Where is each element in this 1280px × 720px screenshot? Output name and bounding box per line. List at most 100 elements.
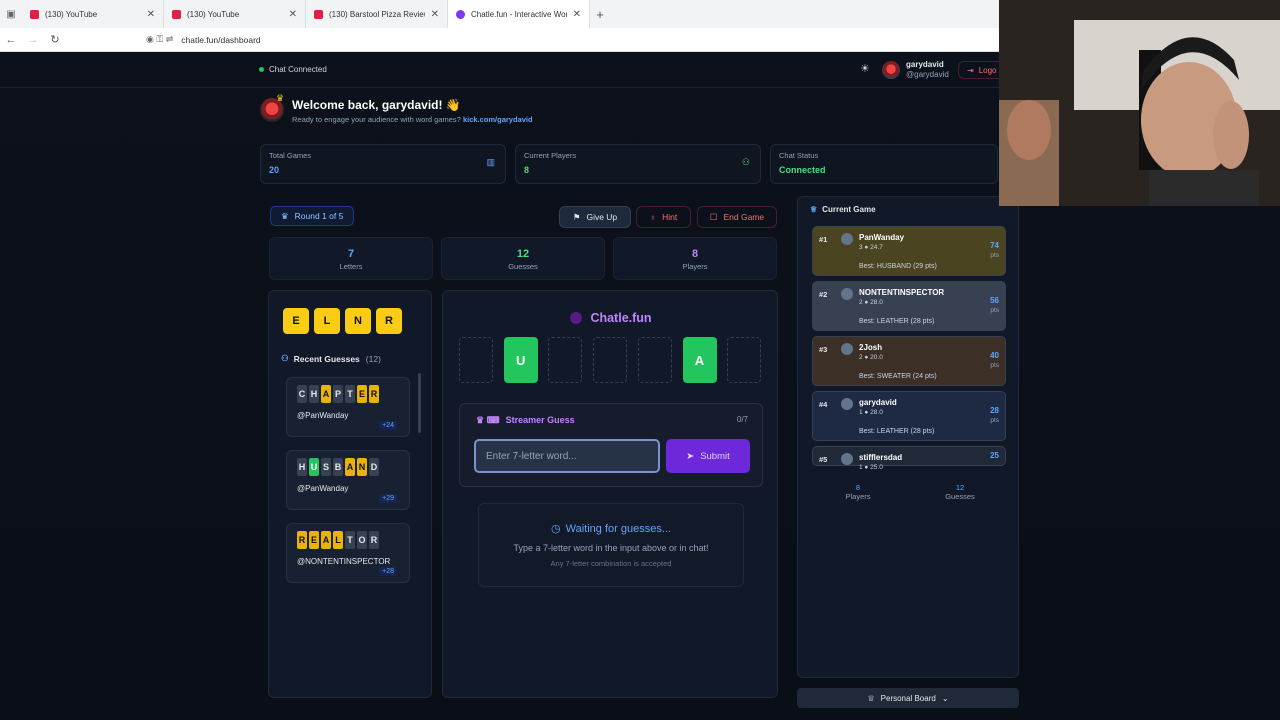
word-slot: [548, 337, 583, 383]
browser-tab[interactable]: (130) YouTube ✕: [164, 0, 306, 28]
lightbulb-icon: ♁: [649, 212, 657, 222]
guess-card: C H A P T E R @PanWanday +24: [286, 377, 410, 437]
chat-connected-label: Chat Connected: [269, 65, 327, 74]
reload-icon[interactable]: ↻: [44, 33, 66, 46]
leader-points: 40 pts: [990, 351, 999, 371]
close-icon[interactable]: ✕: [147, 9, 155, 20]
leader-name: 2Josh: [859, 343, 883, 352]
summary-letters: 7 Letters: [269, 237, 433, 280]
recent-guesses-title: Recent Guesses: [293, 353, 360, 364]
summary-label: Letters: [339, 262, 363, 271]
guess-tile: B: [333, 458, 343, 476]
theme-toggle-icon[interactable]: ☀: [860, 62, 870, 75]
leader-meta: 1 ● 25.0: [859, 464, 883, 471]
hint-button[interactable]: ♁ Hint: [636, 206, 691, 228]
leader-points-value: 40: [990, 351, 999, 360]
close-icon[interactable]: ✕: [573, 9, 581, 20]
footer-value: 12: [955, 483, 965, 492]
guess-tile: T: [345, 531, 355, 549]
chevron-down-icon: ⌄: [941, 693, 949, 703]
scrollbar[interactable]: [418, 373, 421, 433]
leader-points: 28 pts: [990, 406, 999, 426]
leaderboard-row[interactable]: #1 PanWanday 3 ● 24.7 Best: HUSBAND (29 pts…: [812, 226, 1006, 276]
send-icon: ➤: [686, 450, 695, 462]
guess-tile: H: [297, 458, 307, 476]
stat-value: Connected: [779, 165, 826, 175]
submit-button[interactable]: ➤ Submit: [666, 439, 750, 473]
leader-meta: 3 ● 24.7: [859, 244, 883, 251]
summary-label: Players: [682, 262, 708, 271]
guess-tile: R: [297, 531, 307, 549]
webcam-overlay: [999, 0, 1280, 206]
leader-rank: #1: [819, 235, 828, 244]
leader-points-unit: pts: [990, 252, 999, 259]
leaderboard-row[interactable]: #2 NONTENTINSPECTOR 2 ● 28.0 Best: LEATHER …: [812, 281, 1006, 331]
leader-name: garydavid: [859, 398, 897, 407]
browser-tab[interactable]: (130) Barstool Pizza Review - Ca ✕: [306, 0, 448, 28]
welcome-subtitle-text: Ready to engage your audience with word …: [292, 115, 461, 124]
streamer-guess-label: Streamer Guess: [505, 415, 575, 425]
youtube-icon: [314, 9, 323, 19]
trophy-icon: ♕: [810, 205, 818, 214]
guess-tile: H: [309, 385, 319, 403]
leader-points: 56 pts: [990, 296, 999, 316]
browser-tab-active[interactable]: Chatle.fun - Interactive Wordle ✕: [448, 0, 590, 28]
trophy-icon: ♕: [867, 693, 875, 703]
stop-icon: ☐: [709, 211, 718, 222]
submit-label: Submit: [700, 450, 730, 462]
browser-tab[interactable]: (130) YouTube ✕: [22, 0, 164, 28]
give-up-label: Give Up: [586, 212, 618, 222]
welcome-subtitle: Ready to engage your audience with word …: [292, 115, 533, 124]
leader-rank: #3: [819, 345, 828, 354]
logout-icon: ⇥: [967, 65, 974, 75]
recent-guesses-count: (12): [365, 353, 381, 364]
guess-player: @PanWanday: [297, 411, 349, 420]
leaderboard-row[interactable]: #3 2Josh 2 ● 20.0 Best: SWEATER (24 pts) 40 p…: [812, 336, 1006, 386]
stat-current-players: Current Players 8 ⚇: [515, 144, 761, 184]
crown-icon: ♛ ⌨: [476, 415, 500, 425]
stat-label: Current Players: [524, 151, 577, 160]
back-icon[interactable]: ←: [0, 34, 22, 46]
close-icon[interactable]: ✕: [289, 9, 297, 20]
footer-players: 8 Players: [828, 483, 888, 501]
waiting-subtitle: Type a 7-letter word in the input above …: [513, 543, 709, 553]
guess-input[interactable]: [474, 439, 660, 473]
address-bar[interactable]: ◉ ⚿ ⇌ chatle.fun/dashboard: [146, 34, 261, 45]
personal-board-button[interactable]: ♕ Personal Board ⌄: [797, 688, 1019, 708]
leader-points-value: 28: [990, 406, 999, 415]
guess-tile: N: [357, 458, 367, 476]
leader-best: Best: HUSBAND (29 pts): [859, 263, 937, 270]
end-game-button[interactable]: ☐ End Game: [697, 206, 777, 228]
tab-search-icon[interactable]: ▣: [0, 9, 22, 20]
current-game-panel: ♕ Current Game #1 PanWanday 3 ● 24.7 Best: H…: [797, 196, 1019, 678]
leaderboard-row[interactable]: #5 stifflersdad 1 ● 25.0 25: [812, 446, 1006, 471]
streamer-guess-panel: ♛ ⌨ Streamer Guess 0/7 ➤ Submit: [459, 403, 763, 487]
guess-tile: S: [321, 458, 331, 476]
user-info: garydavid @garydavid: [906, 60, 949, 80]
leaderboard-row[interactable]: #4 garydavid 1 ● 28.0 Best: LEATHER (28 pts…: [812, 391, 1006, 441]
close-icon[interactable]: ✕: [431, 9, 439, 20]
brand-title: Chatle.fun: [443, 311, 779, 325]
channel-link[interactable]: kick.com/garydavid: [463, 115, 533, 124]
leader-name: PanWanday: [859, 233, 905, 242]
guess-points: +29: [379, 494, 397, 503]
user-menu[interactable]: garydavid @garydavid: [882, 60, 949, 80]
status-dot-icon: [259, 67, 264, 72]
known-letters: E L N R: [281, 303, 423, 339]
leader-points-unit: pts: [990, 362, 999, 369]
guess-tile: E: [309, 531, 319, 549]
guess-tile: U: [309, 458, 319, 476]
new-tab-button[interactable]: +: [590, 7, 610, 22]
guess-tile: A: [345, 458, 355, 476]
footer-label: Players: [845, 492, 871, 501]
leader-rank: #2: [819, 290, 828, 299]
leader-meta: 2 ● 20.0: [859, 354, 883, 361]
avatar: ♛: [260, 93, 284, 122]
give-up-button[interactable]: ⚑ Give Up: [559, 206, 631, 228]
current-game-label: Current Game: [822, 205, 876, 214]
waiting-title-text: Waiting for guesses...: [565, 523, 671, 535]
leader-points-value: 74: [990, 241, 999, 250]
tab-title: (130) YouTube: [187, 9, 240, 19]
forward-icon[interactable]: →: [22, 34, 44, 46]
footer-guesses: 12 Guesses: [930, 483, 990, 501]
